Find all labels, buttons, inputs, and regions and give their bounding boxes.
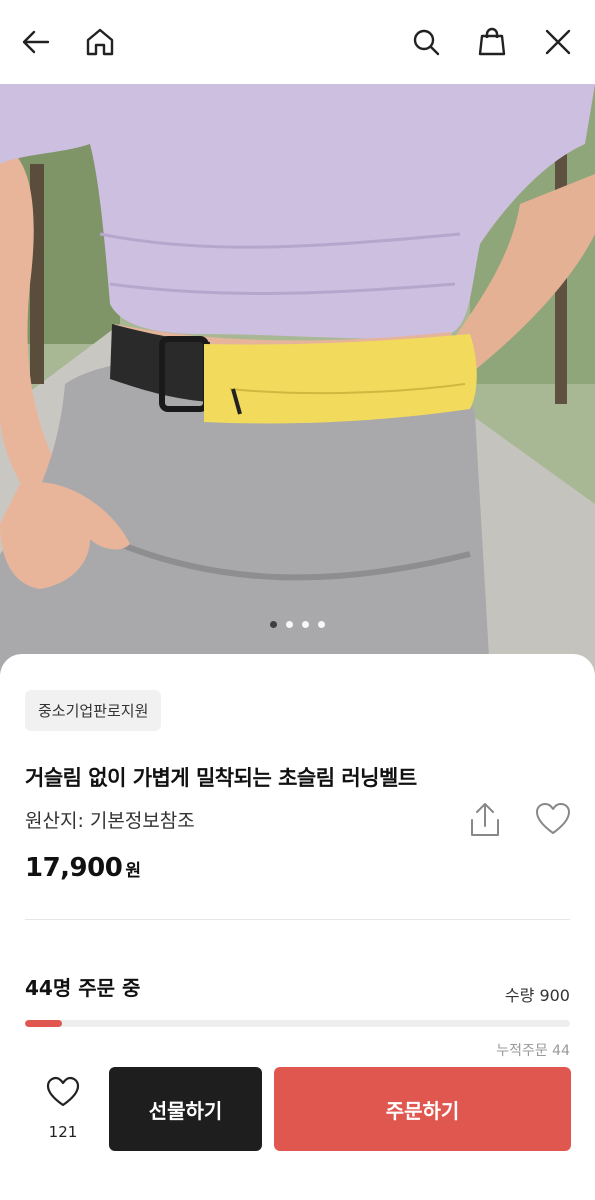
home-button[interactable] (80, 22, 120, 62)
share-icon (471, 803, 499, 836)
order-button[interactable]: 주문하기 (274, 1067, 571, 1151)
share-button[interactable] (466, 800, 504, 840)
wishlist-button[interactable] (534, 800, 572, 838)
carousel-dot[interactable] (302, 621, 309, 628)
carousel-pagination (0, 621, 595, 628)
product-price: 17,900 원 (25, 853, 141, 883)
order-progress-bar (25, 1020, 570, 1027)
product-title: 거슬림 없이 가볍게 밀착되는 초슬림 러닝벨트 (25, 766, 417, 790)
heart-icon (46, 1076, 80, 1107)
like-button[interactable]: 121 (30, 1075, 96, 1145)
top-nav-bar (0, 0, 595, 84)
like-count: 121 (48, 1123, 78, 1141)
back-arrow-icon (22, 30, 50, 54)
carousel-dot[interactable] (270, 621, 277, 628)
shopping-bag-icon (478, 27, 506, 56)
cumulative-orders-label: 누적주문 44 (496, 1043, 570, 1059)
close-button[interactable] (538, 22, 578, 62)
section-divider (25, 919, 570, 920)
close-icon (545, 29, 571, 55)
product-image-carousel[interactable] (0, 84, 595, 674)
search-icon (413, 29, 440, 56)
carousel-dot[interactable] (286, 621, 293, 628)
support-badge: 중소기업판로지원 (25, 690, 162, 731)
cart-button[interactable] (472, 22, 512, 62)
product-photo (0, 84, 595, 674)
price-currency: 원 (125, 861, 141, 881)
carousel-dot[interactable] (318, 621, 325, 628)
order-progress-fill (25, 1020, 63, 1027)
product-origin: 원산지: 기본정보참조 (25, 810, 195, 832)
back-button[interactable] (16, 22, 56, 62)
home-icon (86, 28, 114, 56)
gift-button[interactable]: 선물하기 (109, 1067, 262, 1151)
heart-outline-icon (536, 803, 570, 834)
price-value: 17,900 (25, 853, 123, 883)
search-button[interactable] (406, 22, 446, 62)
quantity-label: 수량 900 (504, 986, 570, 1005)
orders-headline: 44명 주문 중 (25, 976, 141, 1000)
